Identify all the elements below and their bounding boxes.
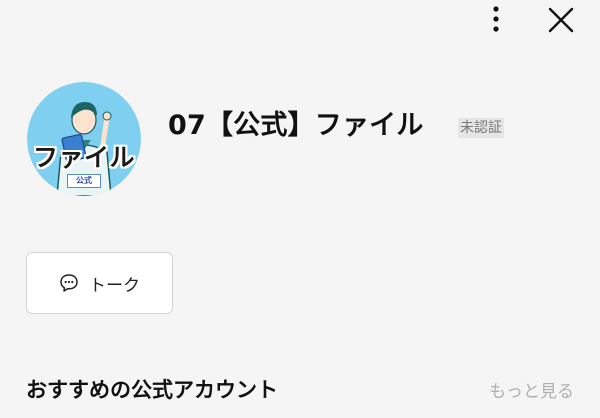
section-title: おすすめの公式アカウント [26, 378, 278, 402]
more-options-button[interactable] [484, 4, 508, 34]
verification-badge: 未認証 [458, 118, 504, 138]
see-more-link[interactable]: もっと見る [489, 377, 574, 402]
avatar[interactable]: ファイル 公式 [27, 82, 141, 196]
top-bar [0, 0, 600, 40]
avatar-text: ファイル [32, 143, 135, 172]
recommended-section-header: おすすめの公式アカウント もっと見る [26, 372, 574, 404]
talk-button[interactable]: トーク [26, 252, 173, 314]
avatar-badge: 公式 [67, 174, 101, 188]
talk-button-label: トーク [89, 275, 140, 296]
profile-header: ファイル 公式 07【公式】ファイル 未認証 [0, 70, 600, 210]
close-button[interactable] [544, 3, 578, 37]
account-profile-screen: ファイル 公式 07【公式】ファイル 未認証 トーク おすすめの公式アカウント … [0, 0, 600, 418]
chat-bubble-icon [60, 274, 78, 292]
close-icon [548, 7, 574, 33]
more-vertical-icon [493, 6, 499, 32]
account-name: 07【公式】ファイル [168, 110, 424, 141]
